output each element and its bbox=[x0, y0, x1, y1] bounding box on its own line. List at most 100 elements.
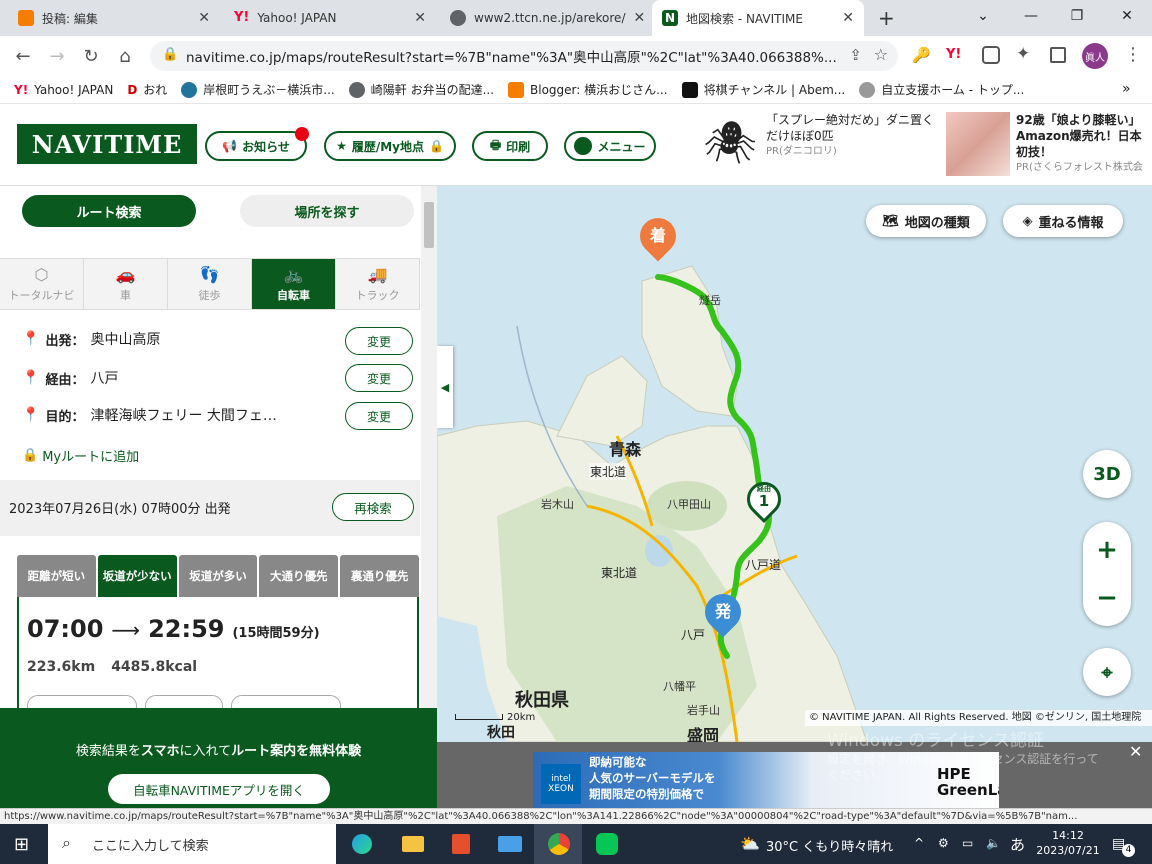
bookmark-shogi[interactable]: 将棋チャンネル | Abem... bbox=[681, 81, 845, 98]
profile-avatar[interactable]: 眞人 bbox=[1082, 43, 1108, 69]
maximize-button[interactable]: ❐ bbox=[1054, 0, 1100, 32]
key-extension-icon[interactable]: 🔑 bbox=[912, 46, 931, 64]
volume-icon[interactable]: 🔈 bbox=[986, 836, 1001, 850]
panel-scrollbar[interactable] bbox=[421, 186, 437, 708]
open-app-button[interactable]: 自転車NAVITIMEアプリを開く bbox=[108, 774, 330, 804]
extensions-icon[interactable]: ✦ bbox=[1016, 44, 1030, 64]
option-button[interactable] bbox=[145, 695, 223, 708]
tick-ad-image[interactable]: 🕷 bbox=[700, 110, 760, 176]
network-icon[interactable]: ▭ bbox=[962, 836, 973, 850]
clock[interactable]: 14:12 2023/07/21 bbox=[1034, 828, 1102, 858]
more-bookmarks-icon[interactable]: » bbox=[1122, 81, 1131, 97]
ad-sakura[interactable]: 92歳「娘より膝軽い」Amazon爆売れ！日本初技！ PR(さくらフォレスト株式… bbox=[1016, 112, 1152, 176]
change-start-button[interactable]: 変更 bbox=[345, 327, 413, 355]
research-button[interactable]: 再検索 bbox=[332, 493, 414, 521]
tab-title: 地図検索 - NAVITIME bbox=[686, 11, 803, 26]
weather-icon: ⛅ bbox=[740, 834, 760, 853]
close-window-button[interactable]: ✕ bbox=[1104, 0, 1150, 32]
forward-icon[interactable]: → bbox=[40, 46, 74, 67]
yahoo-extension-icon[interactable]: Y! bbox=[946, 47, 961, 62]
reload-icon[interactable]: ↻ bbox=[74, 46, 108, 67]
dest-value[interactable]: 津軽海峡フェリー 大間フェ… bbox=[90, 405, 276, 425]
tab-search-icon[interactable]: ⌄ bbox=[960, 0, 1006, 32]
side-panel-icon[interactable] bbox=[1050, 47, 1066, 63]
bookmark-kishine[interactable]: 岸根町うえぶ－横浜市... bbox=[181, 81, 335, 98]
tab-shortest[interactable]: 距離が短い bbox=[17, 555, 96, 597]
mode-truck[interactable]: 🚚 トラック bbox=[336, 259, 420, 309]
layers-button[interactable]: ◈ 重ねる情報 bbox=[1003, 205, 1123, 237]
bookmark-yahoo[interactable]: Y! Yahoo! JAPAN bbox=[14, 83, 113, 97]
knee-ad-image[interactable] bbox=[946, 112, 1010, 176]
change-via-button[interactable]: 変更 bbox=[345, 364, 413, 392]
close-icon[interactable]: ✕ bbox=[198, 10, 210, 26]
explorer-icon[interactable] bbox=[402, 836, 424, 852]
url-bar[interactable]: 🔒 navitime.co.jp/maps/routeResult?start=… bbox=[150, 41, 898, 71]
zoom-out-button[interactable]: − bbox=[1083, 574, 1131, 622]
tab-navitime[interactable]: N 地図検索 - NAVITIME ✕ bbox=[652, 0, 864, 36]
back-icon[interactable]: ← bbox=[6, 46, 40, 67]
mode-car[interactable]: 🚗 車 bbox=[84, 259, 168, 309]
tab-yahoo[interactable]: Y! Yahoo! JAPAN ✕ bbox=[224, 0, 436, 36]
line-extension-icon[interactable] bbox=[982, 46, 1000, 64]
map-area[interactable]: 青森 東北道 岩木山 八甲田山 東北道 八戸道 八戸 八幡平 岩手山 秋田県 秋… bbox=[437, 186, 1152, 742]
via-value[interactable]: 八戸 bbox=[90, 368, 118, 388]
bookmark-jiritsu[interactable]: 自立支援ホーム - トップ... bbox=[859, 81, 1024, 98]
option-button[interactable] bbox=[231, 695, 341, 708]
add-myroute-link[interactable]: 🔒 Myルートに追加 bbox=[22, 446, 139, 465]
map-canvas[interactable] bbox=[437, 186, 1152, 742]
mail-icon[interactable] bbox=[498, 836, 522, 852]
chrome-icon[interactable] bbox=[548, 833, 570, 855]
star-icon[interactable]: ☆ bbox=[874, 45, 888, 64]
bookmark-kiyoken[interactable]: 崎陽軒 お弁当の配達... bbox=[348, 81, 494, 98]
tab-main-road[interactable]: 大通り優先 bbox=[259, 555, 339, 597]
route-search-tab[interactable]: ルート検索 bbox=[22, 195, 196, 227]
weather-text[interactable]: 30°C くもり時々晴れ bbox=[766, 836, 893, 855]
mode-bicycle[interactable]: 🚲 自転車 bbox=[252, 259, 336, 309]
taskbar-search[interactable]: ⌕ ここに入力して検索 bbox=[48, 824, 336, 864]
menu-button[interactable]: メニュー bbox=[564, 131, 656, 161]
tab-blogger[interactable]: 投稿: 編集 ✕ bbox=[8, 0, 220, 36]
edge-icon[interactable] bbox=[352, 834, 372, 854]
mode-total[interactable]: ⬡ トータルナビ bbox=[0, 259, 84, 309]
home-icon[interactable]: ⌂ bbox=[108, 46, 142, 67]
greenlake-text: GreenLa bbox=[937, 781, 999, 799]
close-ad-icon[interactable]: ✕ bbox=[1129, 742, 1142, 761]
zoom-in-button[interactable]: + bbox=[1083, 526, 1131, 574]
start-value[interactable]: 奥中山高原 bbox=[90, 329, 160, 349]
notice-button[interactable]: 📢 お知らせ bbox=[205, 127, 309, 161]
close-icon[interactable]: ✕ bbox=[414, 10, 426, 26]
close-icon[interactable]: ✕ bbox=[842, 10, 854, 26]
tab-ttcn[interactable]: www2.ttcn.ne.jp/arekore/ ✕ bbox=[440, 0, 648, 36]
store-icon[interactable] bbox=[452, 834, 470, 854]
close-icon[interactable]: ✕ bbox=[633, 10, 645, 26]
tray-expand-icon[interactable]: ^ bbox=[914, 836, 924, 850]
3d-button[interactable]: 3D bbox=[1083, 450, 1131, 498]
route-result-card[interactable]: 07:00 ⟶ 22:59 (15時間59分) 223.6km 4485.8kc… bbox=[17, 597, 419, 708]
windows-start-icon[interactable]: ⊞ bbox=[14, 834, 29, 855]
ime-indicator[interactable]: あ bbox=[1010, 834, 1025, 855]
tab-back-road[interactable]: 裏通り優先 bbox=[340, 555, 419, 597]
new-tab-button[interactable]: + bbox=[878, 6, 895, 30]
map-type-button[interactable]: 🗺 地図の種類 bbox=[866, 205, 986, 237]
collapse-panel-button[interactable]: ◀ bbox=[437, 346, 453, 428]
bookmark-ore[interactable]: D おれ bbox=[127, 81, 167, 98]
option-button[interactable] bbox=[27, 695, 137, 708]
print-button[interactable]: 🖶 印刷 bbox=[472, 131, 548, 161]
change-dest-button[interactable]: 変更 bbox=[345, 402, 413, 430]
line-icon[interactable] bbox=[596, 833, 618, 855]
history-button[interactable]: ★ 履歴/My地点 🔒 bbox=[324, 131, 456, 161]
mode-walk[interactable]: 👣 徒歩 bbox=[168, 259, 252, 309]
browser-menu-icon[interactable]: ⋮ bbox=[1124, 44, 1142, 65]
gear-icon[interactable]: ⚙ bbox=[938, 836, 949, 850]
minimize-button[interactable]: — bbox=[1008, 0, 1054, 32]
place-search-tab[interactable]: 場所を探す bbox=[240, 195, 414, 227]
navitime-logo[interactable]: NAVITIME bbox=[17, 124, 197, 164]
tab-more-slope[interactable]: 坂道が多い bbox=[178, 555, 258, 597]
scrollbar-thumb[interactable] bbox=[424, 202, 434, 248]
tab-less-slope[interactable]: 坂道が少ない bbox=[97, 555, 177, 597]
share-icon[interactable]: ⇪ bbox=[849, 46, 862, 64]
ad-dani[interactable]: 「スプレー絶対だめ」ダニ置くだけほぼ0匹 PR(ダニコロリ) bbox=[766, 112, 936, 160]
bookmark-blogger[interactable]: Blogger: 横浜おじさん... bbox=[508, 81, 668, 98]
map-label: 秋田県 bbox=[515, 690, 569, 711]
current-location-icon[interactable]: ⌖ bbox=[1083, 648, 1131, 696]
